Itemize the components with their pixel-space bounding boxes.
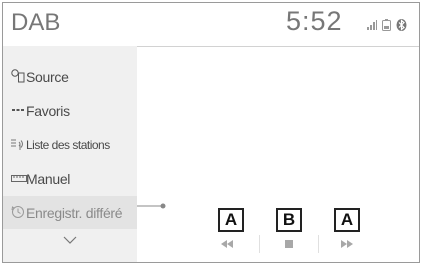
sidebar-item-label: Source (26, 68, 69, 85)
station-list-icon (11, 139, 23, 150)
playback-controls (200, 229, 418, 259)
sidebar-item-favoris[interactable]: Favoris (3, 94, 137, 127)
sidebar-item-label: Liste des stations (26, 137, 110, 152)
chevron-down-icon[interactable] (63, 236, 77, 244)
sidebar-item-liste-des-stations[interactable]: Liste des stations (3, 128, 137, 161)
rewind-button[interactable] (200, 229, 254, 259)
status-icons (367, 18, 407, 32)
callout-label-a-rewind: A (218, 208, 244, 232)
sidebar-item-source[interactable]: Source (3, 60, 137, 93)
fast-forward-icon (341, 240, 353, 248)
clock-icon (11, 206, 24, 218)
fast-forward-button[interactable] (320, 229, 374, 259)
sidebar-item-label: Enregistr. différé (26, 204, 123, 221)
sidebar-item-label: Favoris (26, 102, 70, 119)
signal-icon (367, 20, 377, 30)
source-icon (11, 69, 25, 83)
page-title: DAB (11, 9, 61, 36)
manual-tune-icon (11, 175, 27, 182)
divider (259, 235, 260, 253)
callout-label-b-stop: B (276, 208, 302, 232)
stop-icon (285, 240, 293, 248)
rewind-icon (221, 240, 233, 248)
stop-button[interactable] (262, 229, 316, 259)
favorites-icon (12, 109, 24, 111)
clock: 5:52 (286, 6, 343, 36)
bluetooth-icon (396, 19, 407, 31)
sidebar-item-manuel[interactable]: Manuel (3, 162, 137, 195)
seek-slider[interactable] (137, 200, 167, 214)
sidebar-item-label: Manuel (26, 170, 71, 187)
sidebar-item-enregistr-differe[interactable]: Enregistr. différé (3, 196, 137, 229)
sidebar-menu: Source Favoris Liste des stations Manuel… (3, 46, 137, 262)
divider (318, 235, 319, 253)
callout-label-a-fast-forward: A (334, 208, 360, 232)
phone-battery-icon (382, 19, 391, 31)
header-bar: DAB 5:52 (3, 3, 419, 47)
